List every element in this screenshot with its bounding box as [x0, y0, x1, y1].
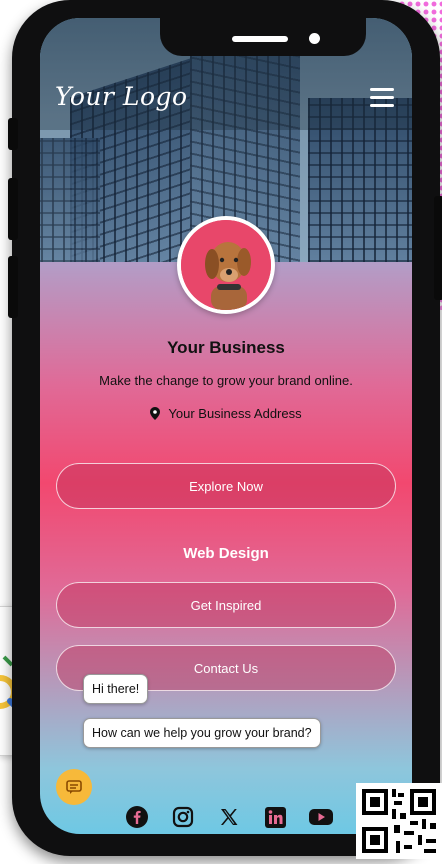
- avatar: [177, 216, 275, 314]
- chat-prompt-bubble[interactable]: How can we help you grow your brand?: [83, 718, 321, 748]
- chat-icon: [66, 779, 82, 794]
- social-links: [124, 805, 334, 829]
- youtube-icon[interactable]: [308, 805, 334, 829]
- x-icon[interactable]: [216, 805, 242, 829]
- menu-icon[interactable]: [370, 88, 394, 108]
- explore-now-button[interactable]: Explore Now: [56, 463, 396, 509]
- section-title: Web Design: [183, 545, 269, 562]
- phone-notch: [160, 18, 366, 56]
- front-camera: [309, 33, 320, 44]
- location-pin-icon: [150, 407, 161, 420]
- chat-button[interactable]: [56, 769, 92, 805]
- phone-volume-down-button: [8, 256, 18, 318]
- address-text: Your Business Address: [168, 406, 302, 421]
- qr-code[interactable]: [356, 783, 442, 859]
- linkedin-icon[interactable]: [262, 805, 288, 829]
- phone-screen: Your Logo Your Business Make the change …: [40, 18, 412, 834]
- business-address[interactable]: Your Business Address: [40, 406, 412, 421]
- qr-code-icon: [362, 789, 436, 853]
- speaker-grille: [232, 36, 288, 42]
- business-name: Your Business: [167, 338, 285, 357]
- phone-mute-button: [8, 118, 18, 150]
- phone-power-button: [434, 196, 442, 300]
- instagram-icon[interactable]: [170, 805, 196, 829]
- tagline: Make the change to grow your brand onlin…: [99, 373, 353, 388]
- chat-greeting-bubble[interactable]: Hi there!: [83, 674, 149, 704]
- facebook-icon[interactable]: [124, 805, 150, 829]
- brand-logo[interactable]: Your Logo: [55, 82, 188, 111]
- get-inspired-button[interactable]: Get Inspired: [56, 582, 396, 628]
- phone-volume-up-button: [8, 178, 18, 240]
